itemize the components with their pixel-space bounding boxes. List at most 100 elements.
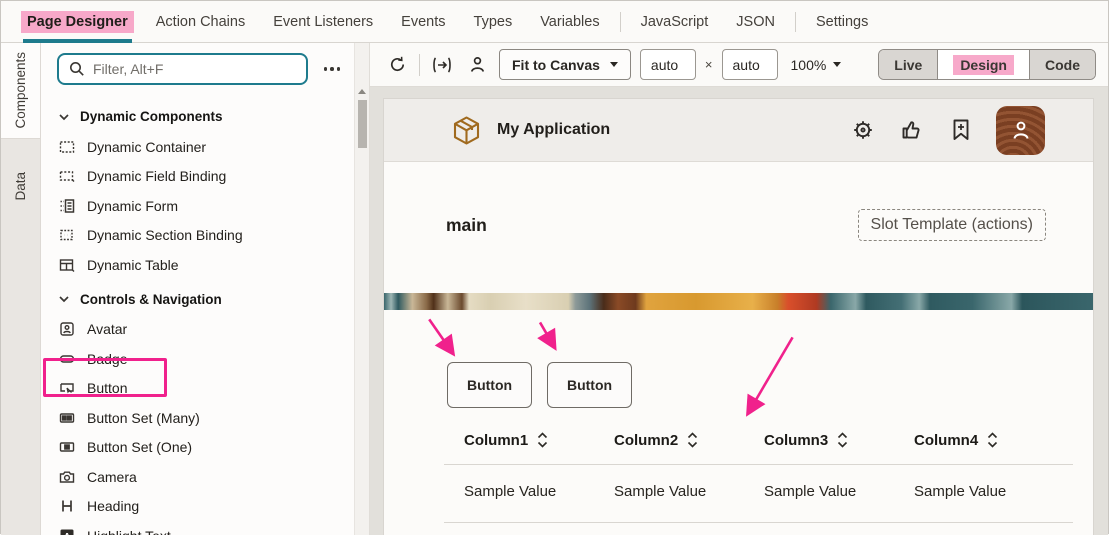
data-table: Column1 Column2 Column3 <box>444 420 1073 523</box>
app-header: My Application <box>384 99 1093 162</box>
page-title: main <box>446 215 487 236</box>
page-body: main Slot Template (actions) Button Butt… <box>384 162 1093 535</box>
tab-json[interactable]: JSON <box>722 1 789 43</box>
overflow-menu-icon[interactable] <box>318 61 347 77</box>
tab-variables[interactable]: Variables <box>526 1 613 43</box>
tab-label: Page Designer <box>21 11 134 33</box>
user-context-icon[interactable] <box>464 52 490 78</box>
scrollbar-up-arrow[interactable] <box>358 89 366 94</box>
search-icon <box>69 61 85 77</box>
mode-code-button[interactable]: Code <box>1029 50 1095 79</box>
canvas-toolbar: Fit to Canvas × 100% Live Design Code <box>370 43 1108 87</box>
mode-design-button[interactable]: Design <box>937 50 1029 79</box>
heading-icon <box>58 497 76 515</box>
button-icon <box>58 379 76 397</box>
mode-switcher: Live Design Code <box>878 49 1096 80</box>
scrollbar-thumb[interactable] <box>358 100 367 148</box>
table-cell: Sample Value <box>444 483 594 500</box>
canvas-button-2[interactable]: Button <box>547 362 632 408</box>
badge-icon <box>58 350 76 368</box>
component-item-dynamic-table[interactable]: Dynamic Table <box>58 250 354 280</box>
app-title: My Application <box>497 121 610 139</box>
app-logo-icon <box>453 116 480 145</box>
component-item-dynamic-container[interactable]: Dynamic Container <box>58 132 354 162</box>
canvas-height-input[interactable] <box>722 49 778 80</box>
component-item-dynamic-form[interactable]: Dynamic Form <box>58 191 354 221</box>
tab-javascript[interactable]: JavaScript <box>627 1 723 43</box>
component-item-camera[interactable]: Camera <box>58 462 354 492</box>
user-avatar[interactable] <box>996 106 1045 155</box>
component-item-dynamic-field-binding[interactable]: Dynamic Field Binding <box>58 162 354 192</box>
component-item-badge[interactable]: Badge <box>58 344 354 374</box>
component-item-button-set-one[interactable]: Button Set (One) <box>58 433 354 463</box>
column-header-3[interactable]: Column3 <box>744 432 894 449</box>
section-controls-navigation[interactable]: Controls & Navigation <box>58 284 354 315</box>
component-item-highlight-text[interactable]: A Highlight Text <box>58 521 354 535</box>
component-item-button[interactable]: Button <box>58 374 354 404</box>
toolbar-divider <box>419 54 420 76</box>
canvas-button-1[interactable]: Button <box>447 362 532 408</box>
tab-types[interactable]: Types <box>460 1 527 43</box>
tab-settings[interactable]: Settings <box>802 1 882 43</box>
tab-events[interactable]: Events <box>387 1 459 43</box>
go-to-flow-icon[interactable] <box>429 52 455 78</box>
table-header-row: Column1 Column2 Column3 <box>444 420 1073 460</box>
button-row: Button Button <box>384 362 1093 408</box>
avatar-icon <box>58 320 76 338</box>
column-header-4[interactable]: Column4 <box>894 432 1044 449</box>
canvas-width-input[interactable] <box>640 49 696 80</box>
tab-divider <box>795 12 796 32</box>
chevron-down-icon <box>58 293 70 305</box>
side-tab-data[interactable]: Data <box>1 139 40 233</box>
components-panel: Dynamic Components Dynamic Container Dyn… <box>41 43 354 535</box>
dynamic-form-icon <box>58 197 76 215</box>
column-header-2[interactable]: Column2 <box>594 432 744 449</box>
canvas-size-dropdown[interactable]: Fit to Canvas <box>499 49 631 80</box>
filter-input[interactable] <box>93 61 296 77</box>
button-set-one-icon <box>58 438 76 456</box>
column-header-1[interactable]: Column1 <box>444 432 594 449</box>
component-item-dynamic-section-binding[interactable]: Dynamic Section Binding <box>58 221 354 251</box>
sort-icon[interactable] <box>537 432 548 448</box>
zoom-dropdown[interactable]: 100% <box>787 57 846 73</box>
tab-page-designer[interactable]: Page Designer <box>13 1 142 43</box>
svg-text:A: A <box>64 531 71 535</box>
thumbs-up-icon[interactable] <box>898 116 926 144</box>
person-icon <box>1008 117 1034 143</box>
component-item-button-set-many[interactable]: Button Set (Many) <box>58 403 354 433</box>
filter-field[interactable] <box>57 53 308 85</box>
table-cell: Sample Value <box>894 483 1044 500</box>
section-dynamic-components[interactable]: Dynamic Components <box>58 101 354 132</box>
design-canvas: My Application <box>370 87 1108 535</box>
slot-template-actions[interactable]: Slot Template (actions) <box>858 209 1046 241</box>
table-cell: Sample Value <box>594 483 744 500</box>
component-tree: Dynamic Components Dynamic Container Dyn… <box>41 95 354 535</box>
left-tab-strip: Components Data <box>1 43 41 535</box>
dynamic-container-icon <box>58 138 76 156</box>
page-designer-app: Page Designer Action Chains Event Listen… <box>0 0 1109 534</box>
tab-divider <box>620 12 621 32</box>
camera-icon <box>58 468 76 486</box>
table-row[interactable]: Sample Value Sample Value Sample Value S… <box>444 465 1073 518</box>
tab-action-chains[interactable]: Action Chains <box>142 1 259 43</box>
dynamic-table-icon <box>58 256 76 274</box>
page-preview: My Application <box>384 99 1093 535</box>
banner-image <box>384 293 1093 310</box>
dynamic-field-binding-icon <box>58 167 76 185</box>
tab-event-listeners[interactable]: Event Listeners <box>259 1 387 43</box>
chevron-down-icon <box>58 111 70 123</box>
dynamic-section-binding-icon <box>58 226 76 244</box>
sort-icon[interactable] <box>837 432 848 448</box>
top-tab-bar: Page Designer Action Chains Event Listen… <box>1 1 1108 43</box>
panel-scrollbar[interactable] <box>354 43 369 535</box>
refresh-icon[interactable] <box>384 52 410 78</box>
component-item-heading[interactable]: Heading <box>58 492 354 522</box>
gear-icon[interactable] <box>849 116 877 144</box>
bookmark-add-icon[interactable] <box>947 116 975 144</box>
button-set-many-icon <box>58 409 76 427</box>
sort-icon[interactable] <box>987 432 998 448</box>
component-item-avatar[interactable]: Avatar <box>58 315 354 345</box>
sort-icon[interactable] <box>687 432 698 448</box>
side-tab-components[interactable]: Components <box>1 43 40 139</box>
mode-live-button[interactable]: Live <box>879 50 937 79</box>
